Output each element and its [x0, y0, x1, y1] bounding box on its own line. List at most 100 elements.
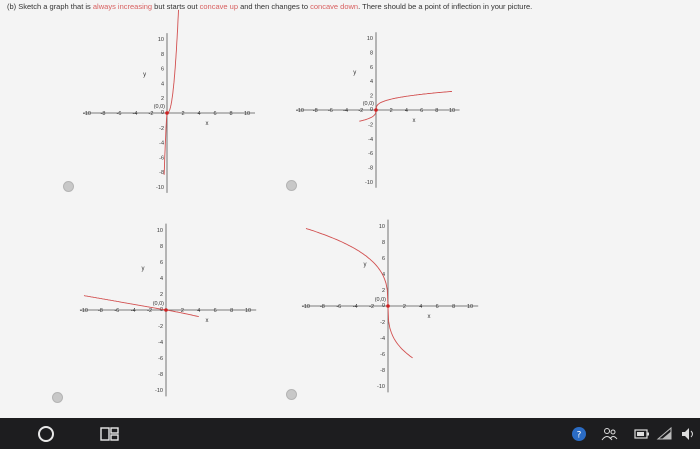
- y-tick-label: -6: [368, 151, 373, 157]
- graph-2-canvas: 10 8 6 4 2 -2 -4 -6 -8 -10 -10 -8 -6 -4 -2 2 4 6 8 10 0(0,0)…: [296, 32, 460, 188]
- question-suffix: . There should be a point of inflection …: [358, 2, 533, 11]
- graph-3-canvas: 108642-2-4-6-8-10-10 -8 -6 -4 -2 2 4 6 8 100(0,0)…: [79, 223, 257, 397]
- y-tick-label: -6: [158, 356, 163, 362]
- graph-4-canvas: 108642-2-4-6-8-10-10 -8 -6 -4 -2 2 4 6 8 100(0,0)…: [301, 219, 479, 393]
- y-tick-label: 8: [382, 240, 385, 246]
- y-axis-label: y: [143, 72, 146, 78]
- svg-text:?: ?: [577, 431, 582, 441]
- cortana-circle-icon[interactable]: [36, 423, 56, 446]
- x-tick-label: -2: [147, 308, 152, 314]
- x-tick-label: 4: [197, 308, 200, 314]
- x-tick-label: -4: [133, 111, 138, 117]
- origin-label: (0,0): [154, 104, 165, 110]
- origin-label: (0,0): [153, 301, 164, 307]
- people-icon[interactable]: [601, 426, 619, 445]
- x-tick-label: -10: [296, 108, 304, 114]
- y-tick-label: -10: [156, 185, 164, 191]
- y-tick-label: -2: [159, 126, 164, 132]
- x-tick-label: 10: [245, 308, 251, 314]
- x-tick-label: -2: [358, 108, 363, 114]
- x-tick-label: 10: [467, 304, 473, 310]
- graph-1-canvas: 10 8 6 4 2 -2 -4 -6 -8 -10 -10 -8 -6 -4 -2 2 4 6 8 10 0(0,0)…: [83, 9, 255, 193]
- option-1-radio[interactable]: [63, 181, 74, 192]
- x-axis-label: x: [206, 121, 209, 127]
- y-tick-label: 8: [161, 52, 164, 58]
- y-tick-label: 2: [370, 94, 373, 100]
- x-tick-label: 8: [452, 304, 455, 310]
- x-tick-label: 6: [436, 304, 439, 310]
- wifi-icon[interactable]: [656, 426, 674, 445]
- option-2-graph: 10 8 6 4 2 -2 -4 -6 -8 -10 -10 -8 -6 -4 -2 2 4 6 8 10 0 (0,0)…: [286, 30, 476, 195]
- y-tick-label: 10: [367, 36, 373, 42]
- x-axis-label: x: [428, 314, 431, 320]
- y-tick-label: -2: [380, 320, 385, 326]
- x-tick-label: 8: [230, 308, 233, 314]
- origin-point: [164, 308, 168, 312]
- x-tick-label: -2: [369, 304, 374, 310]
- option-3-radio[interactable]: [52, 392, 63, 403]
- y-tick-label: 2: [161, 96, 164, 102]
- x-tick-label: 4: [197, 111, 200, 117]
- y-tick-label: 6: [160, 260, 163, 266]
- x-tick-label: -4: [343, 108, 348, 114]
- y-axis-label: y: [353, 70, 356, 76]
- x-tick-label: -6: [336, 304, 341, 310]
- question-highlight-1: always increasing: [92, 2, 153, 11]
- x-tick-label: -2: [149, 111, 154, 117]
- y-axis-label: y: [364, 262, 367, 268]
- x-tick-label: 4: [419, 304, 422, 310]
- x-tick-label: 10: [449, 108, 455, 114]
- function-curve: [163, 9, 179, 175]
- x-tick-label: -6: [328, 108, 333, 114]
- zero-label: 0: [160, 307, 163, 313]
- battery-icon[interactable]: [633, 426, 651, 445]
- y-tick-label: 10: [158, 37, 164, 43]
- volume-icon[interactable]: [680, 426, 698, 445]
- y-tick-label: 6: [370, 65, 373, 71]
- zero-label: 0: [382, 303, 385, 309]
- x-tick-label: 10: [244, 111, 250, 117]
- origin-label: (0,0): [363, 101, 374, 107]
- option-4-graph: 10 8 6 4 2 -2 -4 -6 -8 -10 -10 -8 -6 -4 -2 2 4 6 8 10 0 (0,0)…: [286, 216, 486, 401]
- y-tick-label: -4: [368, 137, 373, 143]
- y-tick-label: 4: [161, 81, 164, 87]
- x-tick-label: 2: [390, 108, 393, 114]
- origin-label: (0,0): [375, 297, 386, 303]
- zero-label: 0: [370, 107, 373, 113]
- x-tick-label: -6: [117, 111, 122, 117]
- x-tick-label: 4: [405, 108, 408, 114]
- x-tick-label: -8: [313, 108, 318, 114]
- y-tick-label: -10: [377, 384, 385, 390]
- y-tick-label: -4: [380, 336, 385, 342]
- y-tick-label: 4: [370, 79, 373, 85]
- zero-label: 0: [161, 110, 164, 116]
- origin-point: [165, 111, 169, 115]
- x-tick-label: -10: [83, 111, 91, 117]
- y-tick-label: -6: [380, 352, 385, 358]
- y-tick-label: -4: [158, 340, 163, 346]
- option-3-graph: 10 8 6 4 2 -2 -4 -6 -8 -10 -10 -8 -6 -4 -2 2 4 6 8 10 0 (0,0)…: [64, 219, 264, 404]
- help-icon[interactable]: ?: [571, 426, 587, 445]
- y-tick-label: 10: [379, 224, 385, 230]
- x-tick-label: -4: [353, 304, 358, 310]
- x-axis-label: x: [413, 118, 416, 124]
- y-tick-label: 2: [160, 292, 163, 298]
- function-curve: [305, 227, 413, 359]
- x-tick-label: 8: [435, 108, 438, 114]
- question-prefix: (b) Sketch a graph that is: [7, 2, 93, 11]
- x-tick-label: 6: [214, 308, 217, 314]
- y-tick-label: 10: [157, 228, 163, 234]
- y-tick-label: -10: [155, 388, 163, 394]
- origin-point: [386, 304, 390, 308]
- question-mid-1: but starts out: [152, 2, 200, 11]
- task-view-icon[interactable]: [100, 425, 120, 446]
- y-tick-label: -2: [158, 324, 163, 330]
- y-tick-label: -8: [380, 368, 385, 374]
- x-tick-label: 6: [213, 111, 216, 117]
- y-tick-label: -4: [159, 141, 164, 147]
- y-tick-label: -8: [368, 166, 373, 172]
- option-1-graph: 10 8 6 4 2 -2 -4 -6 -8 -10 -10 -8 -6 -4 -2 2 4 6 8 10 0 (0,0)…: [80, 9, 270, 195]
- question-highlight-3: concave down: [310, 2, 359, 11]
- y-tick-label: -2: [368, 122, 373, 128]
- x-tick-label: 8: [229, 111, 232, 117]
